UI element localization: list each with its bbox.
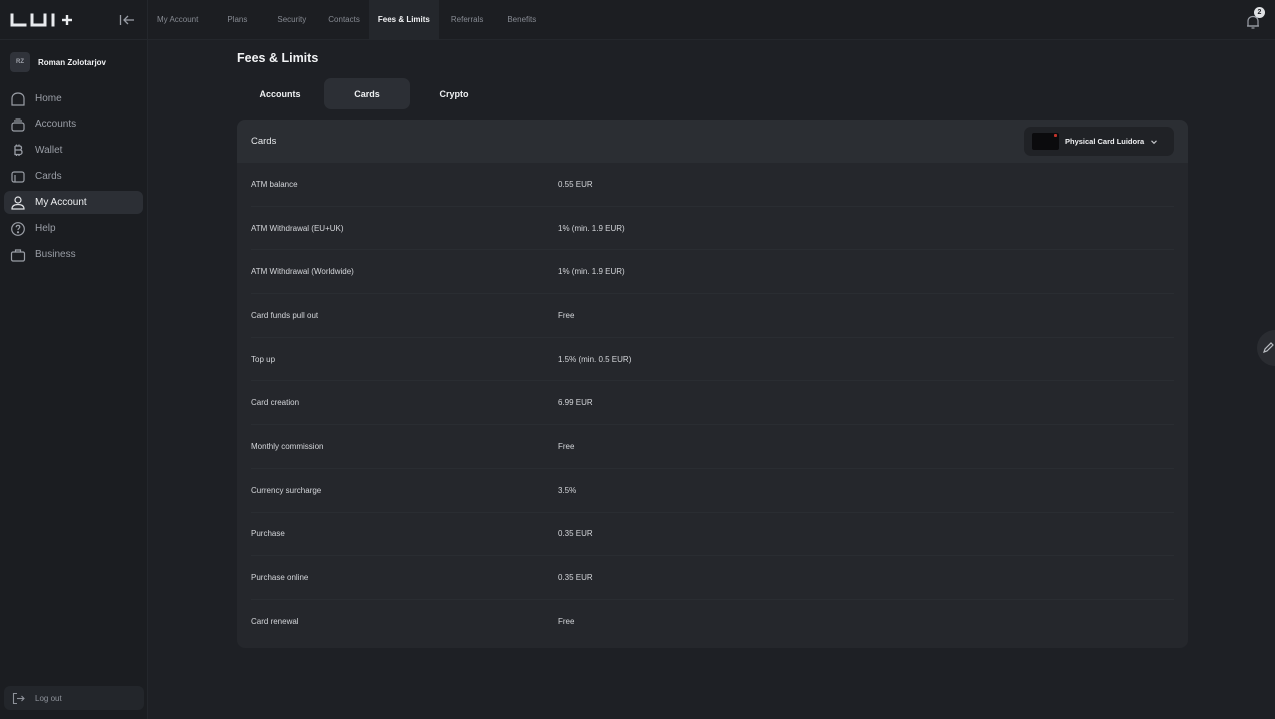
table-row: Top up 1.5% (min. 0.5 EUR) — [251, 338, 1174, 382]
sidebar-item-label: Home — [35, 93, 62, 104]
sidebar-item-label: Help — [35, 223, 56, 234]
fees-table: ATM balance 0.55 EUR ATM Withdrawal (EU+U… — [237, 163, 1188, 644]
brand-logo[interactable] — [10, 12, 82, 28]
fee-label: Monthly commission — [251, 441, 324, 451]
logout-icon — [12, 692, 25, 704]
fee-label: Card renewal — [251, 617, 299, 627]
sidebar-item-label: Wallet — [35, 145, 63, 156]
logout-label: Log out — [35, 693, 62, 703]
fee-label: ATM balance — [251, 179, 298, 189]
home-icon — [11, 91, 25, 106]
tab-contacts[interactable]: Contacts — [317, 0, 369, 39]
tab-security[interactable]: Security — [260, 0, 317, 39]
fee-label: Card creation — [251, 398, 300, 408]
table-row: Card funds pull out Free — [251, 294, 1174, 338]
sidebar-item-my-account[interactable]: My Account — [4, 191, 143, 214]
fee-label: Purchase online — [251, 573, 309, 583]
pencil-icon — [1263, 342, 1274, 353]
edit-floating-button[interactable] — [1257, 330, 1275, 366]
table-row: ATM balance 0.55 EUR — [251, 163, 1174, 207]
table-row: Card creation 6.99 EUR — [251, 381, 1174, 426]
bitcoin-icon — [14, 144, 23, 156]
fee-label: ATM Withdrawal (EU+UK) — [251, 223, 344, 233]
table-row: Purchase 0.35 EUR — [251, 513, 1174, 557]
fee-value: Free — [558, 617, 575, 627]
tab-referrals[interactable]: Referrals — [439, 0, 495, 39]
table-row: ATM Withdrawal (EU+UK) 1% (min. 1.9 EUR) — [251, 207, 1174, 251]
page-title: Fees & Limits — [237, 51, 319, 65]
briefcase-icon — [10, 248, 26, 262]
table-row: Purchase online 0.35 EUR — [251, 556, 1174, 600]
subtab-cards[interactable]: Cards — [324, 78, 410, 109]
fee-value: 0.35 EUR — [558, 529, 593, 539]
subtab-crypto[interactable]: Crypto — [411, 78, 497, 109]
fee-value: Free — [558, 310, 575, 320]
fee-label: ATM Withdrawal (Worldwide) — [251, 267, 354, 277]
help-icon — [11, 221, 25, 236]
logo-row — [0, 0, 147, 40]
cards-icon — [11, 170, 25, 183]
fee-value: 1% (min. 1.9 EUR) — [558, 267, 625, 277]
fee-label: Card funds pull out — [251, 310, 319, 320]
card-thumbnail — [1032, 133, 1059, 150]
fee-label: Purchase — [251, 529, 285, 539]
table-row: Card renewal Free — [251, 600, 1174, 644]
sidebar-item-label: Cards — [35, 171, 62, 182]
fee-label: Currency surcharge — [251, 485, 322, 495]
fee-label: Top up — [251, 354, 276, 364]
top-nav: My Account Plans Security Contacts Fees … — [148, 0, 1275, 40]
fee-value: 3.5% — [558, 485, 577, 495]
card-selector-value: Physical Card Luidora — [1065, 137, 1145, 146]
tab-plans[interactable]: Plans — [207, 0, 260, 39]
fee-value: 6.99 EUR — [558, 398, 593, 408]
tab-fees-limits[interactable]: Fees & Limits — [368, 0, 439, 39]
sidebar-item-label: Business — [35, 249, 76, 260]
notification-badge: 2 — [1254, 7, 1265, 18]
fee-category-tabs: Accounts Cards Crypto — [237, 78, 497, 109]
sidebar-item-accounts[interactable]: Accounts — [4, 113, 143, 136]
user-name: Roman Zolotarjov — [38, 57, 107, 67]
tab-my-account[interactable]: My Account — [148, 0, 207, 39]
notifications-button[interactable]: 2 — [1245, 7, 1265, 30]
sidebar-nav: Home Accounts Wallet Cards My Account He… — [0, 87, 147, 266]
main-content: Fees & Limits Accounts Cards Crypto Card… — [148, 41, 1275, 719]
tab-benefits[interactable]: Benefits — [495, 0, 545, 39]
collapse-sidebar-icon[interactable] — [117, 10, 137, 30]
fee-value: Free — [558, 441, 575, 451]
logout-button[interactable]: Log out — [4, 686, 144, 710]
user-profile[interactable]: RZ Roman Zolotarjov — [0, 40, 147, 84]
sidebar-item-business[interactable]: Business — [4, 243, 143, 266]
app-window: RZ Roman Zolotarjov Home Accounts Wallet… — [0, 0, 1275, 719]
sidebar-item-label: Accounts — [35, 119, 77, 130]
fees-panel: Cards Physical Card Luidora ATM balance 0… — [237, 120, 1188, 648]
sidebar-item-home[interactable]: Home — [4, 87, 143, 110]
fee-value: 0.55 EUR — [558, 179, 593, 189]
fee-value: 1% (min. 1.9 EUR) — [558, 223, 625, 233]
sidebar-item-wallet[interactable]: Wallet — [4, 139, 143, 162]
accounts-icon — [11, 117, 25, 132]
subtab-accounts[interactable]: Accounts — [237, 78, 323, 109]
card-selector-dropdown[interactable]: Physical Card Luidora — [1024, 127, 1174, 156]
user-icon — [11, 195, 25, 210]
fee-value: 0.35 EUR — [558, 573, 593, 583]
fees-panel-title: Cards — [251, 136, 277, 147]
avatar: RZ — [10, 52, 30, 72]
table-row: ATM Withdrawal (Worldwide) 1% (min. 1.9 E… — [251, 250, 1174, 295]
sidebar-item-help[interactable]: Help — [4, 217, 143, 240]
sidebar-item-label: My Account — [35, 197, 87, 208]
table-row: Currency surcharge 3.5% — [251, 469, 1174, 513]
sidebar: RZ Roman Zolotarjov Home Accounts Wallet… — [0, 0, 148, 719]
chevron-down-icon — [1151, 139, 1158, 144]
fees-panel-header: Cards Physical Card Luidora — [237, 120, 1188, 163]
sidebar-item-cards[interactable]: Cards — [4, 165, 143, 188]
fee-value: 1.5% (min. 0.5 EUR) — [558, 354, 632, 364]
table-row: Monthly commission Free — [251, 425, 1174, 469]
